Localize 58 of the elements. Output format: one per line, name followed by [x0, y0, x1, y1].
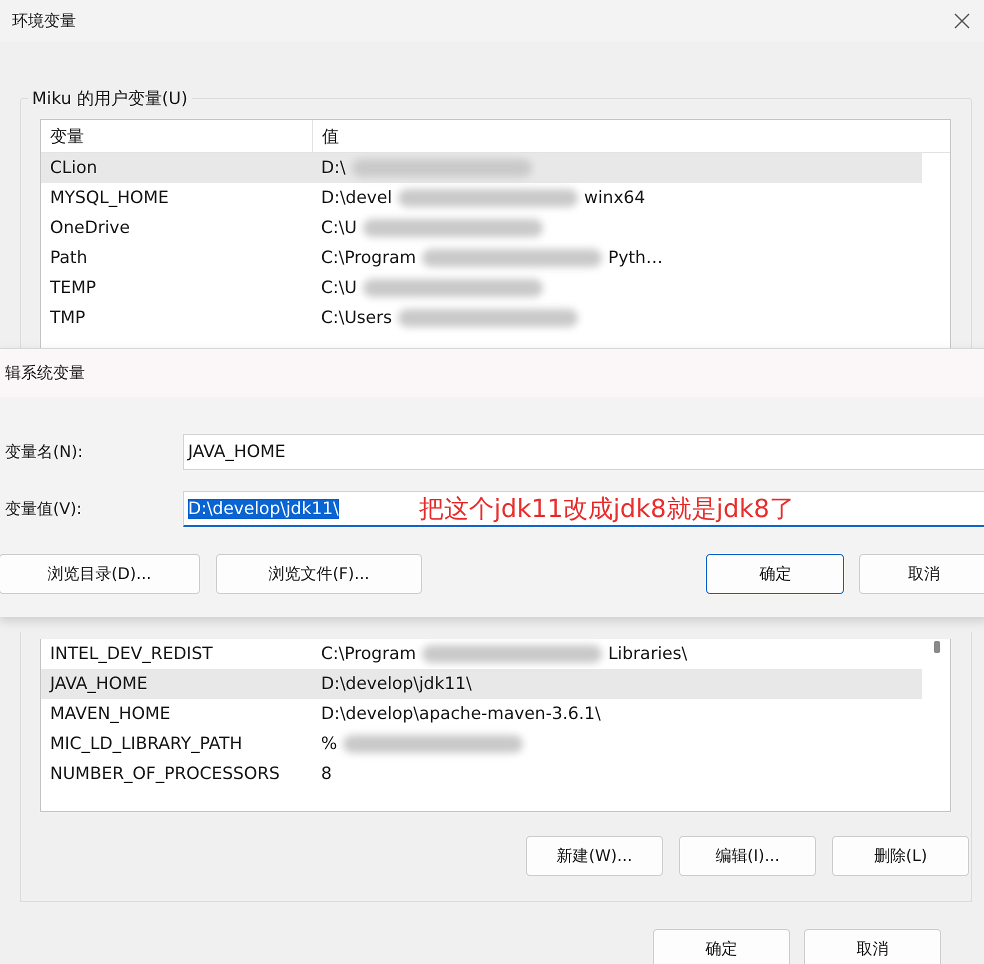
dialog-button[interactable]: 确定	[706, 554, 844, 594]
variable-value: C:\Program	[321, 644, 416, 664]
table-row[interactable]: OneDrive C:\U	[41, 213, 922, 243]
dialog-button[interactable]: 浏览文件(F)...	[216, 554, 422, 594]
variable-value: D:\devel	[321, 188, 392, 208]
variable-value: D:\	[321, 158, 346, 178]
variable-name: NUMBER_OF_PROCESSORS	[49, 764, 281, 784]
close-icon[interactable]	[954, 13, 970, 29]
table-row[interactable]: TEMP C:\U	[41, 273, 922, 303]
variable-value: C:\U	[321, 218, 357, 238]
variable-name: MIC_LD_LIBRARY_PATH	[49, 734, 244, 754]
variable-value: 8	[321, 764, 332, 784]
variable-value: winx64	[584, 188, 646, 208]
table-row[interactable]: MIC_LD_LIBRARY_PATH %	[41, 729, 922, 759]
dialog-title: 辑系统变量	[4, 362, 85, 384]
table-row[interactable]: INTEL_DEV_REDIST C:\Program Libraries\	[41, 639, 922, 669]
table-row[interactable]: MAVEN_HOME D:\develop\apache-maven-3.6.1\	[41, 699, 922, 729]
variable-name: CLion	[49, 158, 98, 178]
variable-value: D:\develop\apache-maven-3.6.1\	[321, 704, 601, 724]
variable-name: TMP	[49, 308, 86, 328]
variable-value: C:\U	[321, 278, 357, 298]
field-label: 变量值(V):	[4, 498, 83, 520]
variable-name: MYSQL_HOME	[49, 188, 170, 208]
dialog-button[interactable]: 删除(L)	[832, 836, 969, 876]
variable-name: Path	[49, 248, 88, 268]
selected-text: D:\develop\jdk11\	[188, 498, 339, 518]
variable-name: OneDrive	[49, 218, 131, 238]
dialog-button[interactable]: 取消	[859, 554, 984, 594]
column-header[interactable]: 变量	[41, 120, 313, 152]
variable-name: TEMP	[49, 278, 98, 298]
scrollbar-thumb[interactable]	[934, 641, 940, 653]
table-row[interactable]: CLion D:\	[41, 153, 922, 183]
window-title: 环境变量	[12, 10, 76, 32]
dialog-button[interactable]: 浏览目录(D)...	[0, 554, 200, 594]
variable-value: Pyth…	[608, 248, 663, 268]
variable-value: C:\Users	[321, 308, 392, 328]
dialog-button[interactable]: 编辑(I)...	[679, 836, 816, 876]
input-field[interactable]: JAVA_HOME	[183, 434, 984, 470]
field-label: 变量名(N):	[4, 442, 84, 462]
variable-value: Libraries\	[608, 644, 688, 664]
column-header[interactable]: 值	[313, 120, 339, 152]
variable-name: INTEL_DEV_REDIST	[49, 644, 214, 664]
table-row[interactable]: Path C:\Program Pyth…	[41, 243, 922, 273]
dialog-button[interactable]: 确定	[653, 929, 790, 964]
variable-name: JAVA_HOME	[48, 674, 149, 694]
dialog-button[interactable]: 取消	[804, 929, 941, 964]
variable-name: MAVEN_HOME	[49, 704, 172, 724]
dialog-button[interactable]: 新建(W)...	[526, 836, 663, 876]
annotation-text: 把这个jdk11改成jdk8就是jdk8了	[419, 495, 795, 522]
variable-value: C:\Program	[321, 248, 416, 268]
group-label: Miku 的用户变量(U)	[31, 88, 189, 110]
variable-value: D:\develop\jdk11\	[321, 674, 472, 694]
variable-value: %	[321, 734, 338, 754]
input-field[interactable]: D:\develop\jdk11\ 把这个jdk11改成jdk8就是jdk8了	[183, 491, 984, 527]
table-row[interactable]: MYSQL_HOME D:\devel winx64	[41, 183, 922, 213]
table-row[interactable]: JAVA_HOME D:\develop\jdk11\	[41, 669, 922, 699]
table-row[interactable]: NUMBER_OF_PROCESSORS 8	[41, 759, 922, 789]
table-row[interactable]: TMP C:\Users	[41, 303, 922, 333]
